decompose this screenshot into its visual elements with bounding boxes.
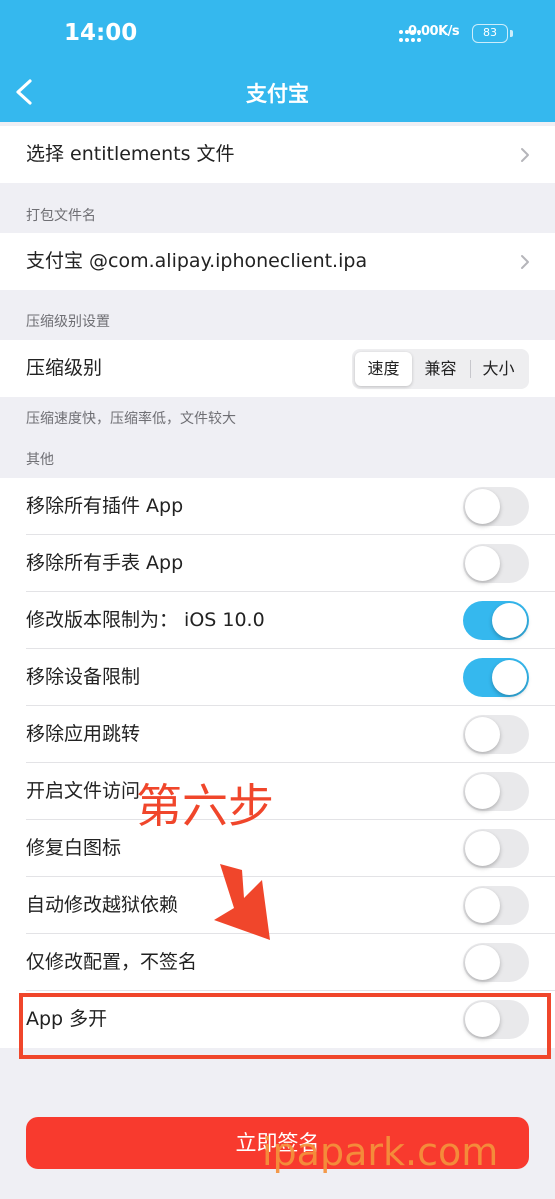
segment-speed[interactable]: 速度 [355,352,412,386]
toggle-row-label: 修改版本限制为： iOS 10.0 [26,609,265,631]
toggle-row: 移除所有手表 App [0,535,555,592]
section-other: 其他 [26,452,54,468]
toggle-switch[interactable] [463,601,529,640]
page-title: 支付宝 [246,82,309,106]
toggle-row: 修改版本限制为： iOS 10.0 [0,592,555,649]
status-indicators: 0.00K/s 83 [398,24,523,48]
annotation-arrow-icon [214,864,270,940]
toggle-knob [465,945,500,980]
toggle-switch[interactable] [463,943,529,982]
toggle-row: 仅修改配置，不签名 [0,934,555,991]
compression-segmented-control: 速度 兼容 大小 [352,349,529,389]
toggle-knob [465,774,500,809]
network-speed: 0.00K/s [408,24,460,39]
toggle-row-label: 仅修改配置，不签名 [26,951,198,973]
annotation-step-label: 第六步 [136,779,274,833]
toggle-row-label: 自动修改越狱依赖 [26,894,179,916]
toggle-row: 移除设备限制 [0,649,555,706]
toggle-switch[interactable] [463,544,529,583]
toggle-knob [465,546,500,581]
chevron-right-icon [521,148,529,162]
toggle-knob [465,717,500,752]
toggle-row-label: 移除应用跳转 [26,723,141,745]
package-name-row[interactable]: 支付宝 @com.alipay.iphoneclient.ipa [0,233,555,290]
compression-hint: 压缩速度快，压缩率低，文件较大 [26,411,236,427]
select-entitlements-label: 选择 entitlements 文件 [26,143,235,165]
toggle-row: 移除应用跳转 [0,706,555,763]
battery-icon: 83 [472,24,508,43]
compression-level-row: 压缩级别 速度 兼容 大小 [0,340,555,397]
watermark: ipapark.com [262,1130,499,1174]
toggle-knob [465,831,500,866]
toggle-row-label: 移除所有插件 App [26,495,184,517]
toggle-knob [492,603,527,638]
section-package-name: 打包文件名 [26,208,96,224]
section-compression: 压缩级别设置 [26,314,110,330]
package-name-label: 支付宝 @com.alipay.iphoneclient.ipa [26,250,368,272]
toggle-switch[interactable] [463,829,529,868]
toggle-switch[interactable] [463,886,529,925]
toggle-row: 开启文件访问 [0,763,555,820]
toggle-switch[interactable] [463,715,529,754]
toggle-switch[interactable] [463,772,529,811]
compression-level-label: 压缩级别 [26,357,103,379]
status-time: 14:00 [64,20,138,46]
toggle-row-label: 修复白图标 [26,837,122,859]
toggle-switch[interactable] [463,658,529,697]
toggle-knob [465,489,500,524]
battery-tip [510,30,513,37]
toggle-switch[interactable] [463,487,529,526]
header: 14:00 0.00K/s 83 支付宝 [0,0,555,122]
select-entitlements-row[interactable]: 选择 entitlements 文件 [0,126,555,183]
toggle-knob [492,660,527,695]
toggle-row: 移除所有插件 App [0,478,555,535]
toggle-row-label: 移除所有手表 App [26,552,184,574]
annotation-highlight-box [19,993,551,1059]
toggle-knob [465,888,500,923]
toggle-row-label: 移除设备限制 [26,666,141,688]
toggle-row-label: 开启文件访问 [26,780,141,802]
segment-compatible[interactable]: 兼容 [412,352,469,386]
segment-size[interactable]: 大小 [470,352,527,386]
chevron-right-icon [521,255,529,269]
